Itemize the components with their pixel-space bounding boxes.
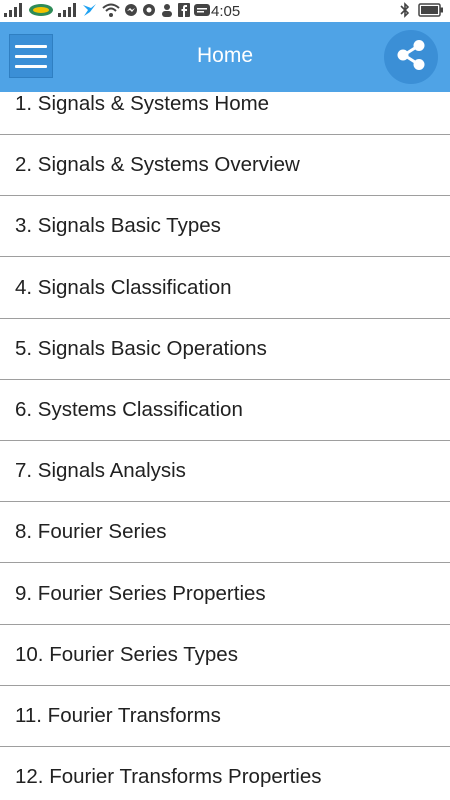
person-icon	[160, 3, 174, 20]
status-time: 4:05	[211, 3, 241, 20]
list-item-label: 7. Signals Analysis	[15, 459, 186, 483]
zalo-icon	[194, 3, 210, 20]
signal-icon	[58, 2, 78, 20]
list-item-label: 4. Signals Classification	[15, 275, 232, 299]
list-item-label: 5. Signals Basic Operations	[15, 336, 267, 360]
list-item-label: 8. Fourier Series	[15, 520, 167, 544]
list-item-label: 12. Fourier Transforms Properties	[15, 765, 322, 789]
messenger-icon	[124, 3, 138, 20]
list-item[interactable]: 12. Fourier Transforms Properties	[0, 747, 450, 800]
screen: 4:05 Home 1. Signals & Systems Home 2. S…	[0, 0, 450, 800]
bluetooth-icon	[400, 1, 410, 21]
status-icons-left	[4, 2, 210, 20]
list-item-label: 10. Fourier Series Types	[15, 642, 238, 666]
list-item[interactable]: 6. Systems Classification	[0, 380, 450, 441]
list-item-label: 9. Fourier Series Properties	[15, 581, 266, 605]
notification-icon	[142, 3, 156, 20]
list-item[interactable]: 11. Fourier Transforms	[0, 686, 450, 747]
carrier-logo-icon	[28, 3, 54, 20]
battery-icon	[418, 2, 444, 20]
list-item-label: 2. Signals & Systems Overview	[15, 153, 300, 177]
list-item-label: 1. Signals & Systems Home	[15, 92, 270, 115]
list-item[interactable]: 4. Signals Classification	[0, 257, 450, 319]
list-item[interactable]: 3. Signals Basic Types	[0, 196, 450, 258]
list-item[interactable]: 10. Fourier Series Types	[0, 624, 450, 686]
wifi-icon	[102, 3, 120, 20]
topic-list: 1. Signals & Systems Home 2. Signals & Sy…	[0, 92, 450, 800]
list-item[interactable]: 1. Signals & Systems Home	[0, 92, 450, 135]
list-item-label: 3. Signals Basic Types	[15, 214, 221, 238]
status-bar: 4:05	[0, 0, 450, 22]
status-icons-right	[400, 1, 444, 21]
list-item[interactable]: 9. Fourier Series Properties	[0, 563, 450, 625]
app-bar: Home	[0, 22, 450, 92]
twitter-icon	[82, 3, 98, 20]
list-item[interactable]: 7. Signals Analysis	[0, 441, 450, 503]
list-item-label: 11. Fourier Transforms	[15, 704, 221, 727]
facebook-icon	[178, 2, 190, 20]
share-icon	[393, 37, 429, 78]
share-button[interactable]	[384, 30, 438, 84]
list-item[interactable]: 5. Signals Basic Operations	[0, 318, 450, 380]
list-item-label: 6. Systems Classification	[15, 398, 243, 421]
page-title: Home	[196, 44, 254, 67]
signal-icon	[4, 2, 24, 20]
list-item[interactable]: 2. Signals & Systems Overview	[0, 135, 450, 197]
list-item[interactable]: 8. Fourier Series	[0, 502, 450, 564]
